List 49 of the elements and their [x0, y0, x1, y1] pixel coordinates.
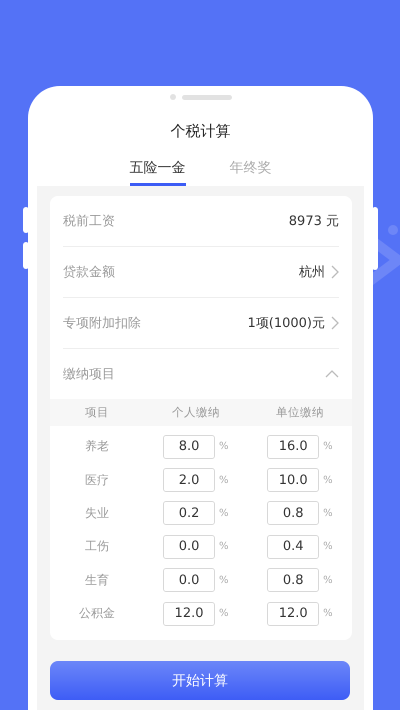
- input-field[interactable]: 0.8: [267, 501, 320, 526]
- chevron-up-icon[interactable]: [325, 370, 339, 378]
- unit-label: %: [219, 574, 229, 586]
- table-cell-text: 工伤: [84, 538, 110, 556]
- table-cell-text: 医疗: [84, 472, 110, 489]
- input-field[interactable]: 10.0: [267, 468, 320, 492]
- input-field[interactable]: 16.0: [267, 434, 320, 459]
- list-item[interactable]: 专项附加扣除 1项(1000)元: [63, 298, 339, 349]
- list-item[interactable]: 贷款金额 杭州: [63, 247, 339, 298]
- unit-label: %: [219, 508, 229, 519]
- input-field[interactable]: 0.4: [267, 534, 320, 559]
- field-value: 1项(1000)元: [248, 315, 325, 332]
- unit-label: %: [219, 441, 229, 452]
- input-field[interactable]: 0.8: [267, 568, 320, 592]
- field-value: 8973 元: [288, 213, 339, 230]
- unit-label: %: [323, 608, 333, 620]
- camera-dot: [170, 94, 176, 100]
- page-title: 个税计算: [170, 122, 230, 141]
- field-value: 杭州: [299, 264, 325, 281]
- chevron-right-icon: [331, 265, 339, 279]
- table-cell-text: 养老: [84, 438, 110, 456]
- chevron-right-icon: [331, 316, 339, 330]
- unit-label: %: [323, 508, 333, 519]
- speaker-slot: [182, 94, 232, 100]
- table-cell-text: 失业: [84, 504, 110, 522]
- field-label: 缴纳项目: [63, 366, 115, 383]
- unit-label: %: [219, 608, 229, 620]
- input-field[interactable]: 0.2: [163, 501, 216, 526]
- unit-label: %: [323, 574, 333, 586]
- unit-label: %: [219, 474, 229, 486]
- input-field[interactable]: 8.0: [163, 434, 216, 459]
- input-field[interactable]: 0.0: [163, 568, 216, 592]
- input-field[interactable]: 0.0: [163, 534, 216, 559]
- field-label: 贷款金额: [63, 264, 115, 281]
- field-label: 税前工资: [63, 213, 115, 230]
- table-cell-text: 公积金: [78, 605, 116, 622]
- input-field[interactable]: 2.0: [163, 468, 216, 492]
- column-header: 单位缴纳: [274, 405, 325, 420]
- unit-label: %: [323, 441, 333, 452]
- unit-label: %: [323, 474, 333, 486]
- table-cell-text: 生育: [84, 572, 110, 589]
- unit-label: %: [219, 541, 229, 552]
- input-field[interactable]: 12.0: [267, 602, 320, 626]
- field-label: 专项附加扣除: [63, 315, 141, 332]
- column-header: 项目: [84, 405, 110, 420]
- column-header: 个人缴纳: [170, 405, 221, 420]
- input-field[interactable]: 12.0: [163, 602, 216, 626]
- calculate-button[interactable]: 开始计算: [50, 661, 350, 700]
- unit-label: %: [323, 541, 333, 552]
